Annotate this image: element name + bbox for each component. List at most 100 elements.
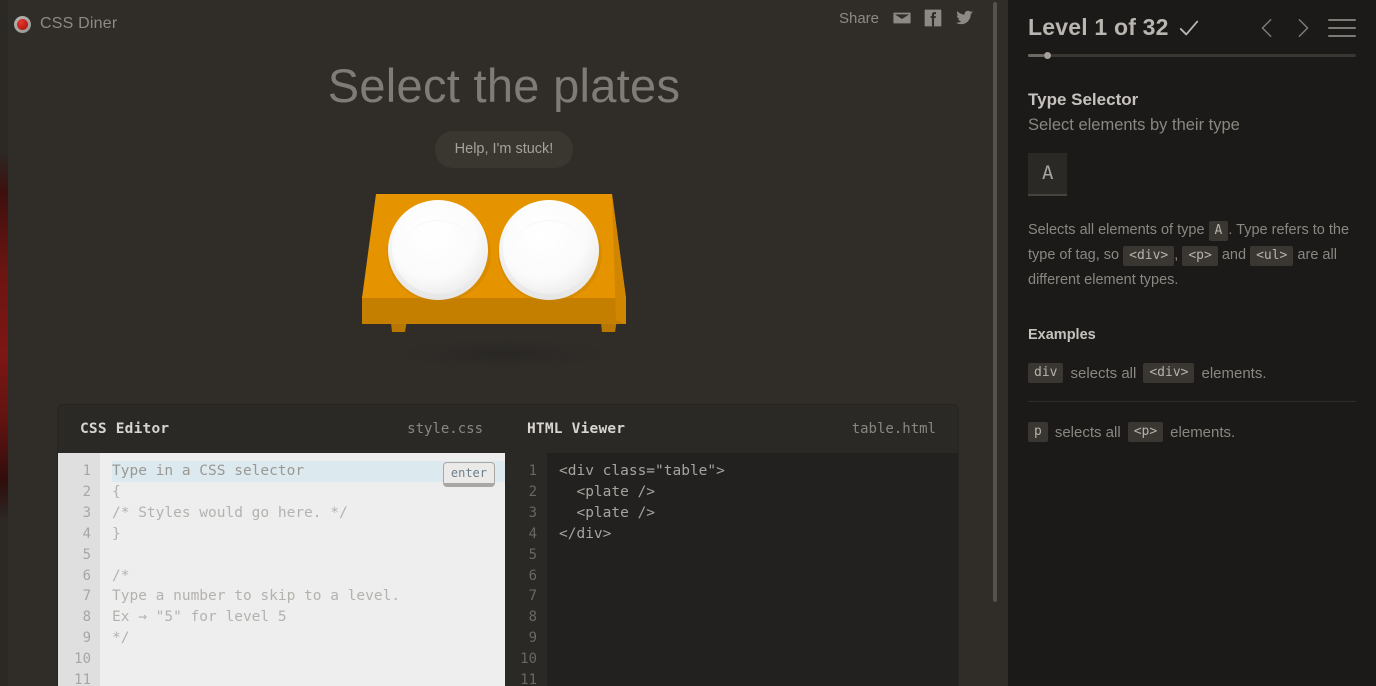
share-bar: Share — [839, 8, 974, 28]
main-scrollbar[interactable] — [993, 2, 997, 602]
code-line: Type a number to skip to a level. — [112, 586, 505, 607]
examples-divider — [1028, 401, 1356, 402]
example-tag-p: <p> — [1128, 422, 1163, 442]
example-row-1: div selects all <div> elements. — [1028, 363, 1356, 383]
code-line — [559, 628, 958, 649]
example-row-2: p selects all <p> elements. — [1028, 422, 1356, 442]
top-bar: CSS Diner Share — [0, 0, 1008, 38]
line-number: 3 — [58, 503, 91, 524]
line-number: 1 — [58, 461, 91, 482]
html-code-body: <div class="table"> <plate /> <plate /><… — [547, 453, 958, 686]
line-number: 9 — [505, 628, 537, 649]
line-number: 4 — [58, 524, 91, 545]
help-part-4: and — [1222, 247, 1246, 263]
css-code-body[interactable]: Type in a CSS selector{/* Styles would g… — [100, 453, 505, 686]
line-number: 9 — [58, 628, 91, 649]
example-text-before-1: selects all — [1070, 365, 1136, 382]
help-part-3: , — [1174, 247, 1178, 263]
line-number: 7 — [505, 586, 537, 607]
css-line-numbers: 1234567891011 — [58, 453, 100, 686]
selector-name: Type Selector — [1028, 90, 1356, 110]
help-code-p: <p> — [1182, 246, 1217, 266]
line-number: 5 — [505, 545, 537, 566]
help-code-a: A — [1209, 221, 1229, 241]
html-viewer-title: HTML Viewer — [527, 421, 625, 437]
hamburger-menu-icon[interactable] — [1328, 19, 1356, 37]
brand-name: CSS Diner — [40, 15, 117, 33]
sidebar-header: Level 1 of 32 — [1028, 0, 1356, 41]
chevron-left-icon[interactable] — [1256, 15, 1278, 41]
brand-logo[interactable]: CSS Diner — [14, 15, 117, 33]
code-line: */ — [112, 628, 505, 649]
code-line — [112, 649, 505, 670]
check-icon — [1178, 17, 1200, 39]
table-scene — [0, 186, 1008, 386]
examples-heading: Examples — [1028, 327, 1356, 343]
code-line: Ex → "5" for level 5 — [112, 607, 505, 628]
line-number: 6 — [58, 566, 91, 587]
code-line: <plate /> — [559, 503, 958, 524]
example-text-before-2: selects all — [1055, 424, 1121, 441]
page-title: Select the plates — [0, 58, 1008, 113]
selector-help-text: Selects all elements of type A. Type ref… — [1028, 218, 1356, 293]
code-line: </div> — [559, 524, 958, 545]
help-code-ul: <ul> — [1250, 246, 1293, 266]
html-code-area: 1234567891011 <div class="table"> <plate… — [505, 453, 958, 686]
css-editor-header: CSS Editor style.css — [58, 405, 505, 453]
css-editor-title: CSS Editor — [80, 421, 169, 437]
code-line — [559, 586, 958, 607]
line-number: 10 — [505, 649, 537, 670]
chevron-right-icon[interactable] — [1292, 15, 1314, 41]
example-text-after-1: elements. — [1201, 365, 1266, 382]
table-shadow — [364, 334, 644, 374]
css-editor-pane: CSS Editor style.css 1234567891011 Type … — [58, 405, 505, 686]
code-line: <div class="table"> — [559, 461, 958, 482]
line-number: 8 — [58, 607, 91, 628]
selector-description: Select elements by their type — [1028, 116, 1356, 135]
line-number: 8 — [505, 607, 537, 628]
example-tag-div: <div> — [1143, 363, 1194, 383]
progress-knob — [1044, 52, 1051, 59]
progress-fill — [1028, 54, 1044, 57]
code-line — [559, 649, 958, 670]
code-line — [112, 545, 505, 566]
html-line-numbers: 1234567891011 — [505, 453, 547, 686]
twitter-icon[interactable] — [954, 8, 974, 28]
line-number: 3 — [505, 503, 537, 524]
editor-container: CSS Editor style.css 1234567891011 Type … — [58, 405, 958, 686]
level-title: Level 1 of 32 — [1028, 14, 1169, 41]
css-code-area[interactable]: 1234567891011 Type in a CSS selector{/* … — [58, 453, 505, 686]
line-number: 4 — [505, 524, 537, 545]
line-number: 1 — [505, 461, 537, 482]
code-line: /* Styles would go here. */ — [112, 503, 505, 524]
share-label: Share — [839, 10, 879, 27]
code-line — [559, 566, 958, 587]
html-viewer-filename: table.html — [852, 421, 936, 437]
code-line — [112, 670, 505, 686]
email-icon[interactable] — [892, 8, 912, 28]
table-graphic[interactable] — [354, 186, 654, 376]
code-line — [559, 607, 958, 628]
selector-symbol-box: A — [1028, 153, 1067, 196]
red-dot-logo-icon — [14, 16, 31, 33]
css-diner-app: CSS Diner Share Select the plates He — [0, 0, 1376, 686]
level-progress-bar[interactable] — [1028, 54, 1356, 57]
code-line — [559, 545, 958, 566]
enter-key-button[interactable]: enter — [443, 462, 495, 487]
help-im-stuck-button[interactable]: Help, I'm stuck! — [435, 131, 574, 168]
line-number: 6 — [505, 566, 537, 587]
html-viewer-header: HTML Viewer table.html — [505, 405, 958, 453]
help-row: Help, I'm stuck! — [0, 131, 1008, 168]
facebook-icon[interactable] — [923, 8, 943, 28]
line-number: 10 — [58, 649, 91, 670]
code-line — [559, 670, 958, 686]
reference-sidebar: Level 1 of 32 Type Selector Select e — [1008, 0, 1376, 686]
line-number: 11 — [58, 670, 91, 686]
line-number: 2 — [58, 482, 91, 503]
example-selector-div: div — [1028, 363, 1063, 383]
html-viewer-pane: HTML Viewer table.html 1234567891011 <di… — [505, 405, 958, 686]
table-front — [362, 296, 626, 324]
line-number: 7 — [58, 586, 91, 607]
help-part-1: Selects all elements of type — [1028, 222, 1205, 238]
game-main-panel: CSS Diner Share Select the plates He — [0, 0, 1008, 686]
